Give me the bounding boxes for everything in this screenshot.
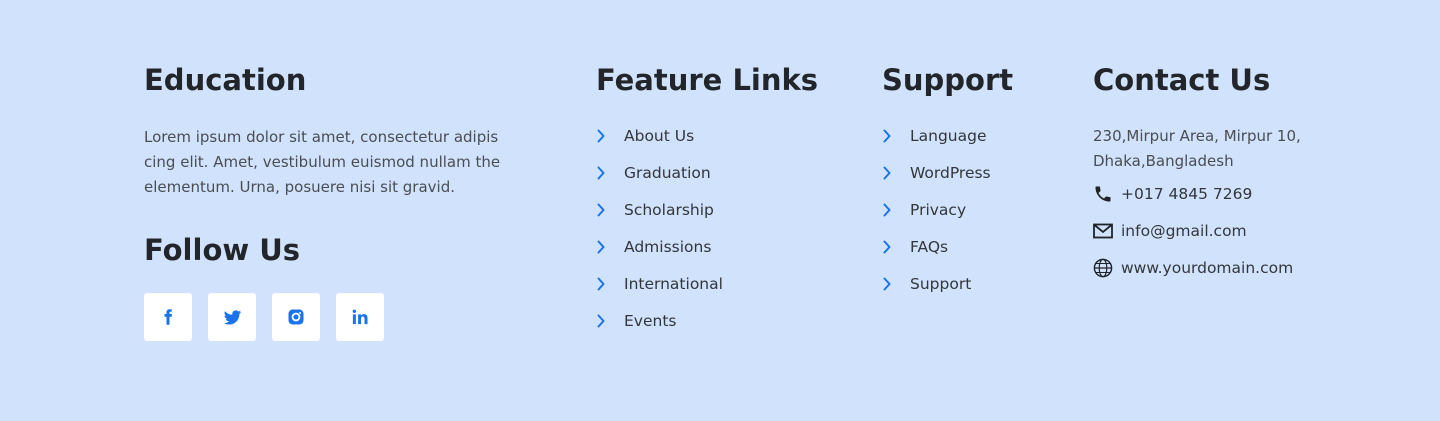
feature-links-title: Feature Links xyxy=(596,63,819,97)
chevron-right-icon xyxy=(882,203,910,217)
feature-link-admissions[interactable]: Admissions xyxy=(596,228,856,265)
support-link-label: Support xyxy=(910,274,972,293)
chevron-right-icon xyxy=(596,240,624,254)
address-line-1: 230,Mirpur Area, Mirpur 10, xyxy=(1093,127,1301,145)
about-title: Education xyxy=(144,63,307,97)
chevron-right-icon xyxy=(596,129,624,143)
globe-icon xyxy=(1093,258,1121,278)
support-links-list: Language WordPress Privacy FAQs Support xyxy=(882,124,1082,309)
about-text: Lorem ipsum dolor sit amet, consectetur … xyxy=(144,128,501,196)
feature-link-label: About Us xyxy=(624,126,695,145)
phone-icon xyxy=(1093,184,1121,204)
chevron-right-icon xyxy=(882,166,910,180)
support-link-label: WordPress xyxy=(910,163,991,182)
feature-link-graduation[interactable]: Graduation xyxy=(596,154,856,191)
contact-column: Contact Us 230,Mirpur Area, Mirpur 10, D… xyxy=(1093,62,1393,286)
contact-address: 230,Mirpur Area, Mirpur 10, Dhaka,Bangla… xyxy=(1093,124,1393,174)
support-link-faqs[interactable]: FAQs xyxy=(882,228,1082,265)
support-link-support[interactable]: Support xyxy=(882,265,1082,302)
facebook-button[interactable] xyxy=(144,293,192,341)
support-column: Support Language WordPress Privacy FAQs … xyxy=(882,62,1082,309)
chevron-right-icon xyxy=(882,240,910,254)
support-link-privacy[interactable]: Privacy xyxy=(882,191,1082,228)
feature-links-column: Feature Links About Us Graduation Schola… xyxy=(596,62,856,346)
instagram-button[interactable] xyxy=(272,293,320,341)
support-link-label: FAQs xyxy=(910,237,949,256)
facebook-icon xyxy=(164,309,173,325)
address-line-2: Dhaka,Bangladesh xyxy=(1093,152,1234,170)
feature-link-label: Admissions xyxy=(624,237,712,256)
twitter-icon xyxy=(223,309,241,325)
twitter-button[interactable] xyxy=(208,293,256,341)
feature-link-label: Events xyxy=(624,311,677,330)
feature-link-label: Graduation xyxy=(624,163,711,182)
mail-icon xyxy=(1093,223,1121,239)
chevron-right-icon xyxy=(882,277,910,291)
feature-links-list: About Us Graduation Scholarship Admissio… xyxy=(596,124,856,346)
social-links xyxy=(144,293,384,341)
support-title: Support xyxy=(882,63,1014,97)
chevron-right-icon xyxy=(596,203,624,217)
feature-link-label: International xyxy=(624,274,723,293)
site-footer: Education Lorem ipsum dolor sit amet, co… xyxy=(0,0,1440,421)
instagram-icon xyxy=(288,309,304,325)
feature-link-about-us[interactable]: About Us xyxy=(596,117,856,154)
chevron-right-icon xyxy=(882,129,910,143)
linkedin-button[interactable] xyxy=(336,293,384,341)
about-column: Education Lorem ipsum dolor sit amet, co… xyxy=(144,62,524,341)
contact-email[interactable]: info@gmail.com xyxy=(1093,212,1393,249)
support-link-label: Privacy xyxy=(910,200,967,219)
phone-number: +017 4845 7269 xyxy=(1121,184,1253,203)
contact-website[interactable]: www.yourdomain.com xyxy=(1093,249,1393,286)
contact-phone[interactable]: +017 4845 7269 xyxy=(1093,175,1393,212)
follow-title: Follow Us xyxy=(144,233,301,267)
email-address: info@gmail.com xyxy=(1121,221,1247,240)
linkedin-icon xyxy=(352,309,368,325)
website-url: www.yourdomain.com xyxy=(1121,258,1294,277)
chevron-right-icon xyxy=(596,314,624,328)
support-link-label: Language xyxy=(910,126,987,145)
feature-link-label: Scholarship xyxy=(624,200,714,219)
feature-link-international[interactable]: International xyxy=(596,265,856,302)
feature-link-scholarship[interactable]: Scholarship xyxy=(596,191,856,228)
contact-title: Contact Us xyxy=(1093,63,1271,97)
support-link-language[interactable]: Language xyxy=(882,117,1082,154)
chevron-right-icon xyxy=(596,166,624,180)
chevron-right-icon xyxy=(596,277,624,291)
support-link-wordpress[interactable]: WordPress xyxy=(882,154,1082,191)
feature-link-events[interactable]: Events xyxy=(596,302,856,339)
